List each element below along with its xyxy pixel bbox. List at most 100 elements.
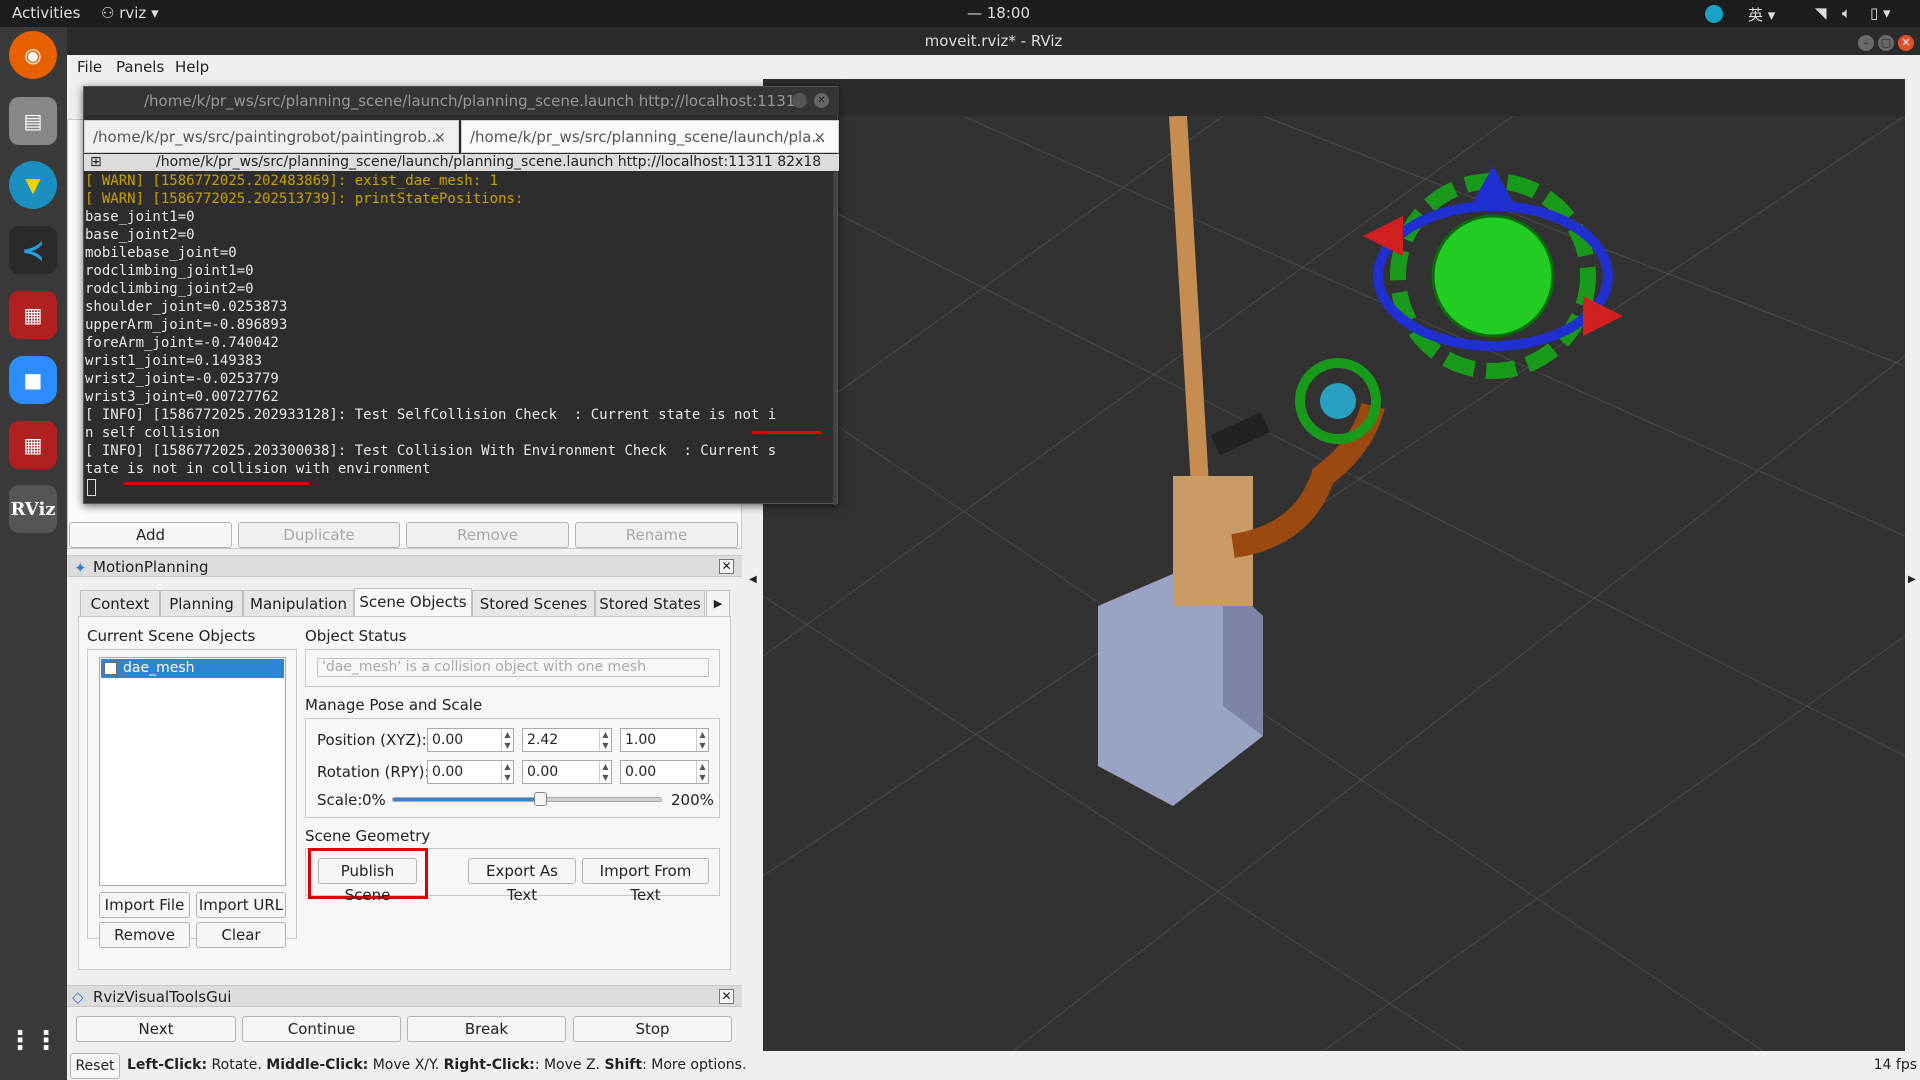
stop-button[interactable]: Stop: [573, 1016, 732, 1042]
remove-object-button[interactable]: Remove: [99, 922, 190, 948]
files-icon[interactable]: ▤: [9, 97, 57, 145]
position-y-spinbox[interactable]: 2.42 ▲ ▼: [522, 728, 612, 752]
spin-arrows-icon[interactable]: ▲ ▼: [599, 761, 611, 783]
add-display-button[interactable]: Add: [69, 522, 232, 548]
break-button[interactable]: Break: [407, 1016, 566, 1042]
tab-planning[interactable]: Planning: [160, 590, 243, 617]
scale-max-label: 200%: [671, 791, 714, 809]
continue-button[interactable]: Continue: [242, 1016, 401, 1042]
window-title: moveit.rviz* - RViz: [67, 27, 1920, 55]
minimize-icon[interactable]: –: [1858, 35, 1874, 51]
input-method-indicator[interactable]: 英 ▾: [1748, 4, 1775, 25]
vscode-icon[interactable]: ≺: [9, 226, 57, 274]
position-z-spinbox[interactable]: 1.00 ▲ ▼: [620, 728, 709, 752]
terminal-line: n self collision: [85, 425, 220, 441]
close-panel-icon[interactable]: ✕: [719, 559, 734, 574]
firefox-icon[interactable]: ◉: [9, 31, 57, 79]
right-splitter[interactable]: ▶: [1905, 79, 1920, 1055]
close-icon[interactable]: ✕: [1898, 35, 1914, 51]
terminal-tab-2[interactable]: /home/k/pr_ws/src/planning_scene/launch/…: [461, 120, 839, 153]
menu-help[interactable]: Help: [175, 58, 209, 76]
position-z-value: 1.00: [625, 732, 657, 748]
terminal-tab-1[interactable]: /home/k/pr_ws/src/paintingrobot/painting…: [84, 120, 459, 153]
spin-arrows-icon[interactable]: ▲ ▼: [501, 729, 513, 751]
scale-slider[interactable]: [392, 792, 662, 806]
arduino-icon[interactable]: ▼: [9, 161, 57, 209]
duplicate-display-button[interactable]: Duplicate: [238, 522, 400, 548]
update-icon[interactable]: [1705, 5, 1723, 23]
terminal-line: tate is not in collision with environmen…: [85, 461, 431, 477]
volume-icon[interactable]: 🔈︎: [1842, 4, 1851, 22]
tab-scene-objects[interactable]: Scene Objects: [354, 588, 472, 617]
tab-close-icon[interactable]: ×: [813, 121, 826, 152]
tab-stored-scenes[interactable]: Stored Scenes: [472, 590, 595, 617]
annotation-underline-1: [752, 431, 822, 434]
scene-objects-list[interactable]: dae_mesh: [99, 657, 286, 886]
import-from-text-button[interactable]: Import From Text: [582, 858, 709, 904]
activities-button[interactable]: Activities: [12, 4, 80, 22]
tab-scroll-right-icon[interactable]: ▶: [706, 590, 730, 617]
remove-display-button[interactable]: Remove: [406, 522, 569, 548]
visual-tools-title: RvizVisualToolsGui: [93, 988, 232, 1006]
list-item[interactable]: dae_mesh: [101, 659, 284, 678]
publish-scene-button[interactable]: Publish Scene: [318, 858, 417, 904]
tab-context[interactable]: Context: [80, 590, 160, 617]
tab-manipulation[interactable]: Manipulation: [243, 590, 354, 617]
terminal-output[interactable]: [ WARN] [1586772025.202483869]: exist_da…: [85, 172, 815, 505]
import-file-button[interactable]: Import File: [99, 892, 190, 918]
rotation-y-spinbox[interactable]: 0.00 ▲ ▼: [620, 760, 709, 784]
menu-panels[interactable]: Panels: [116, 58, 164, 76]
rotation-r-spinbox[interactable]: 0.00 ▲ ▼: [427, 760, 514, 784]
visual-tools-icon: ◇: [72, 988, 84, 1006]
close-panel-icon[interactable]: ✕: [719, 989, 734, 1004]
terminal-scrollbar[interactable]: [833, 172, 837, 505]
terminal-line: shoulder_joint=0.0253873: [85, 299, 288, 315]
terminator-icon-2[interactable]: ▦: [9, 421, 57, 469]
wifi-icon[interactable]: ◥: [1815, 4, 1827, 22]
object-status-field: 'dae_mesh' is a collision object with on…: [317, 658, 709, 677]
spin-arrows-icon[interactable]: ▲ ▼: [696, 729, 708, 751]
hint-rotate: Rotate.: [207, 1057, 267, 1073]
clock[interactable]: — 18:00: [967, 4, 1030, 22]
spin-arrows-icon[interactable]: ▲ ▼: [501, 761, 513, 783]
position-x-spinbox[interactable]: 0.00 ▲ ▼: [427, 728, 514, 752]
terminal-window[interactable]: /home/k/pr_ws/src/planning_scene/launch/…: [83, 86, 839, 505]
rviz-icon[interactable]: RViz: [9, 485, 57, 533]
reset-button[interactable]: Reset: [70, 1053, 120, 1079]
maximize-icon[interactable]: ▢: [1878, 35, 1894, 51]
collapse-right-icon[interactable]: ▶: [1908, 574, 1916, 585]
status-help-text: Left-Click: Rotate. Middle-Click: Move X…: [127, 1057, 746, 1073]
zoom-icon[interactable]: ■: [9, 356, 57, 404]
terminator-icon[interactable]: ▦: [9, 291, 57, 339]
hint-more-options: : More options.: [642, 1057, 747, 1073]
terminal-split-icon[interactable]: ⊞: [90, 154, 102, 171]
clear-objects-button[interactable]: Clear: [196, 922, 286, 948]
rename-display-button[interactable]: Rename: [575, 522, 738, 548]
terminal-close-icon[interactable]: ✕: [814, 93, 829, 108]
export-as-text-button[interactable]: Export As Text: [468, 858, 576, 904]
menu-file[interactable]: File: [77, 58, 102, 76]
tab-close-icon[interactable]: ×: [433, 121, 446, 152]
next-button[interactable]: Next: [76, 1016, 236, 1042]
terminal-minimize-icon[interactable]: [792, 93, 807, 108]
import-url-button[interactable]: Import URL: [196, 892, 286, 918]
3d-viewport[interactable]: [763, 116, 1905, 1051]
viewport-scene: [763, 116, 1905, 1051]
terminal-line: wrist3_joint=0.00727762: [85, 389, 279, 405]
terminal-line: rodclimbing_joint2=0: [85, 281, 254, 297]
battery-icon[interactable]: ▯ ▾: [1870, 4, 1891, 22]
collapse-left-icon[interactable]: ◀: [749, 574, 757, 585]
rotation-p-value: 0.00: [527, 764, 559, 780]
object-status-label: Object Status: [305, 627, 407, 645]
show-applications-icon[interactable]: ⋮⋮: [7, 1017, 59, 1065]
object-checkbox[interactable]: [104, 662, 117, 675]
tab-stored-states[interactable]: Stored States: [595, 590, 705, 617]
scale-slider-handle[interactable]: [534, 792, 548, 806]
terminal-cursor: [87, 479, 96, 496]
spin-arrows-icon[interactable]: ▲ ▼: [696, 761, 708, 783]
spin-arrows-icon[interactable]: ▲ ▼: [599, 729, 611, 751]
rotation-p-spinbox[interactable]: 0.00 ▲ ▼: [522, 760, 612, 784]
app-menu-rviz[interactable]: ⚇ rviz ▾: [101, 4, 159, 22]
position-x-value: 0.00: [432, 732, 464, 748]
status-bar: Reset Left-Click: Rotate. Middle-Click: …: [67, 1051, 1920, 1080]
